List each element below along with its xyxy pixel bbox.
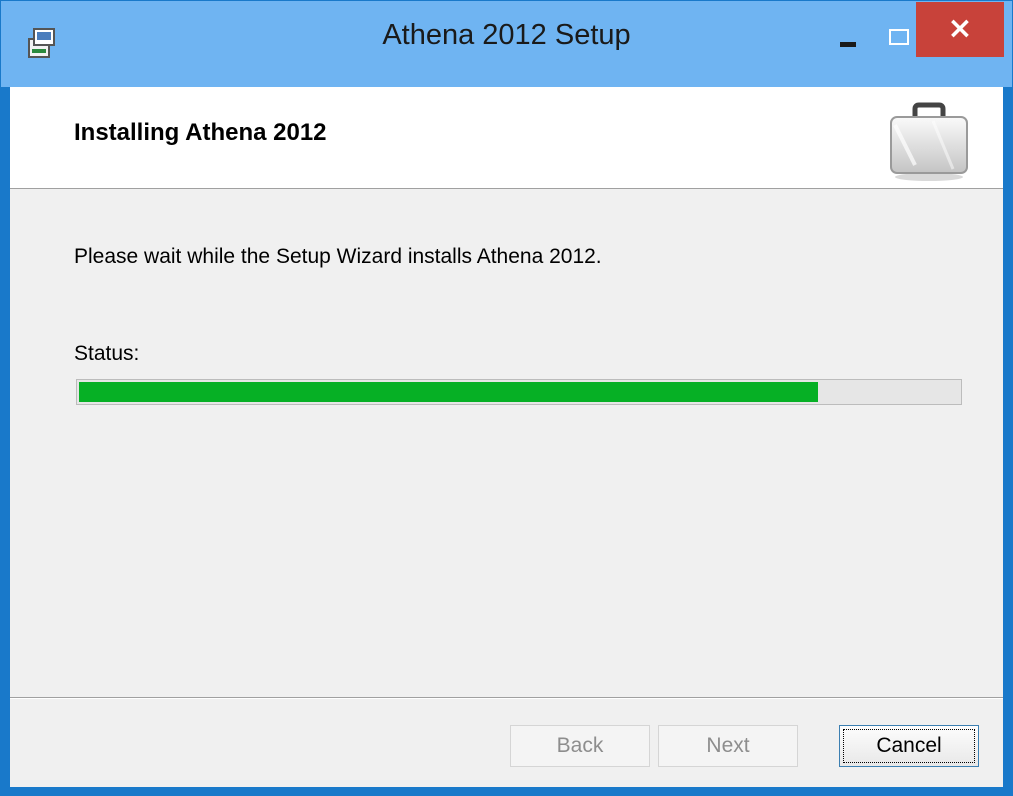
next-button-label: Next — [706, 734, 750, 757]
back-button[interactable]: Back — [510, 725, 650, 767]
wizard-content: Installing Athena 2012 Please wait while… — [10, 87, 1003, 787]
briefcase-icon — [885, 95, 973, 183]
next-button[interactable]: Next — [658, 725, 798, 767]
close-icon: × — [947, 11, 973, 46]
close-button[interactable]: × — [916, 2, 1004, 57]
back-button-label: Back — [556, 734, 604, 757]
footer-divider — [10, 697, 1003, 699]
cancel-button-label: Cancel — [876, 734, 942, 757]
status-label: Status: — [74, 342, 140, 365]
page-title: Installing Athena 2012 — [74, 119, 327, 146]
setup-window: Athena 2012 Setup × Installing Athena 20… — [0, 0, 1013, 796]
maximize-icon — [889, 29, 909, 45]
minimize-icon — [840, 42, 856, 47]
progress-fill — [79, 382, 818, 402]
install-progress-bar — [76, 379, 962, 405]
title-bar[interactable]: Athena 2012 Setup × — [1, 1, 1012, 87]
minimize-button[interactable] — [821, 23, 871, 57]
header-banner: Installing Athena 2012 — [10, 87, 1003, 189]
install-description: Please wait while the Setup Wizard insta… — [74, 245, 602, 268]
cancel-button[interactable]: Cancel — [839, 725, 979, 767]
